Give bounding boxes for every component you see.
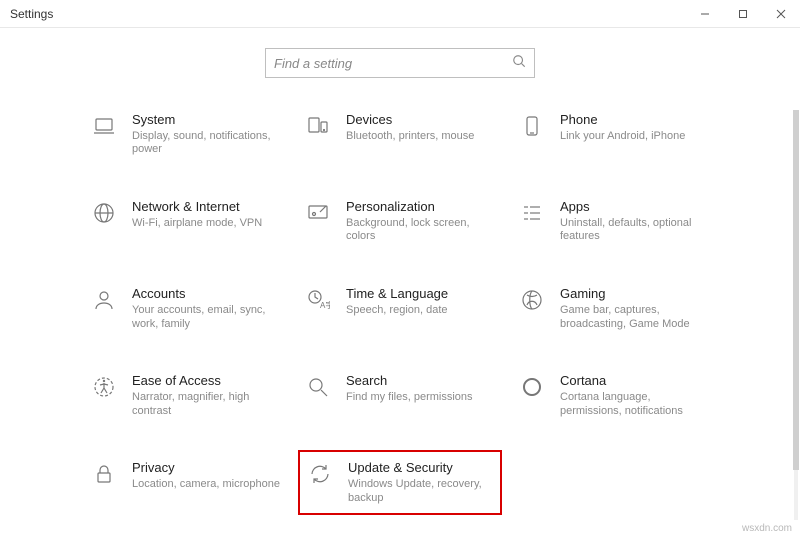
- tile-title: Privacy: [132, 460, 280, 476]
- maximize-button[interactable]: [724, 0, 762, 28]
- search-icon: [512, 54, 526, 73]
- tile-desc: Bluetooth, printers, mouse: [346, 130, 474, 144]
- tile-desc: Game bar, captures, broadcasting, Game M…: [560, 304, 710, 332]
- tile-desc: Display, sound, notifications, power: [132, 130, 282, 158]
- tile-personalization[interactable]: Personalization Background, lock screen, …: [302, 195, 498, 248]
- cortana-icon: [518, 373, 546, 401]
- globe-icon: [90, 199, 118, 227]
- tile-desc: Background, lock screen, colors: [346, 217, 496, 245]
- watermark: wsxdn.com: [742, 523, 792, 534]
- tile-update-security[interactable]: Update & Security Windows Update, recover…: [298, 450, 502, 515]
- tile-desc: Uninstall, defaults, optional features: [560, 217, 710, 245]
- tile-desc: Speech, region, date: [346, 304, 448, 318]
- tile-desc: Windows Update, recovery, backup: [348, 478, 494, 506]
- search-container: [0, 48, 800, 78]
- tile-search[interactable]: Search Find my files, permissions: [302, 369, 498, 422]
- minimize-button[interactable]: [686, 0, 724, 28]
- tile-title: Network & Internet: [132, 199, 262, 215]
- laptop-icon: [90, 112, 118, 140]
- titlebar: Settings: [0, 0, 800, 28]
- search-input[interactable]: [274, 56, 512, 71]
- tile-title: Time & Language: [346, 286, 448, 302]
- tile-title: Ease of Access: [132, 373, 282, 389]
- tile-apps[interactable]: Apps Uninstall, defaults, optional featur…: [516, 195, 712, 248]
- time-language-icon: A字: [304, 286, 332, 314]
- tile-title: Search: [346, 373, 473, 389]
- tile-title: Gaming: [560, 286, 710, 302]
- tile-title: Cortana: [560, 373, 710, 389]
- ease-of-access-icon: [90, 373, 118, 401]
- magnifier-icon: [304, 373, 332, 401]
- tile-title: Devices: [346, 112, 474, 128]
- tile-title: Apps: [560, 199, 710, 215]
- devices-icon: [304, 112, 332, 140]
- close-button[interactable]: [762, 0, 800, 28]
- tile-gaming[interactable]: Gaming Game bar, captures, broadcasting, …: [516, 282, 712, 335]
- tile-ease-of-access[interactable]: Ease of Access Narrator, magnifier, high …: [88, 369, 284, 422]
- apps-icon: [518, 199, 546, 227]
- tile-devices[interactable]: Devices Bluetooth, printers, mouse: [302, 108, 498, 161]
- scrollbar-thumb[interactable]: [793, 110, 799, 470]
- tile-time-language[interactable]: A字 Time & Language Speech, region, date: [302, 282, 498, 335]
- settings-grid: System Display, sound, notifications, pow…: [88, 108, 712, 509]
- tile-desc: Link your Android, iPhone: [560, 130, 685, 144]
- tile-privacy[interactable]: Privacy Location, camera, microphone: [88, 456, 284, 509]
- search-box[interactable]: [265, 48, 535, 78]
- tile-cortana[interactable]: Cortana Cortana language, permissions, no…: [516, 369, 712, 422]
- tile-title: Accounts: [132, 286, 282, 302]
- tile-accounts[interactable]: Accounts Your accounts, email, sync, work…: [88, 282, 284, 335]
- tile-title: Phone: [560, 112, 685, 128]
- update-icon: [306, 460, 334, 488]
- tile-title: Personalization: [346, 199, 496, 215]
- lock-icon: [90, 460, 118, 488]
- tile-desc: Cortana language, permissions, notificat…: [560, 391, 710, 419]
- tile-desc: Location, camera, microphone: [132, 478, 280, 492]
- tile-desc: Your accounts, email, sync, work, family: [132, 304, 282, 332]
- tile-desc: Find my files, permissions: [346, 391, 473, 405]
- tile-phone[interactable]: Phone Link your Android, iPhone: [516, 108, 712, 161]
- tile-desc: Narrator, magnifier, high contrast: [132, 391, 282, 419]
- paintbrush-icon: [304, 199, 332, 227]
- person-icon: [90, 286, 118, 314]
- tile-desc: Wi-Fi, airplane mode, VPN: [132, 217, 262, 231]
- settings-content: System Display, sound, notifications, pow…: [0, 108, 800, 509]
- window-title: Settings: [0, 7, 53, 21]
- xbox-icon: [518, 286, 546, 314]
- tile-title: System: [132, 112, 282, 128]
- svg-text:A字: A字: [320, 300, 330, 310]
- tile-system[interactable]: System Display, sound, notifications, pow…: [88, 108, 284, 161]
- phone-icon: [518, 112, 546, 140]
- tile-title: Update & Security: [348, 460, 494, 476]
- tile-network[interactable]: Network & Internet Wi-Fi, airplane mode, …: [88, 195, 284, 248]
